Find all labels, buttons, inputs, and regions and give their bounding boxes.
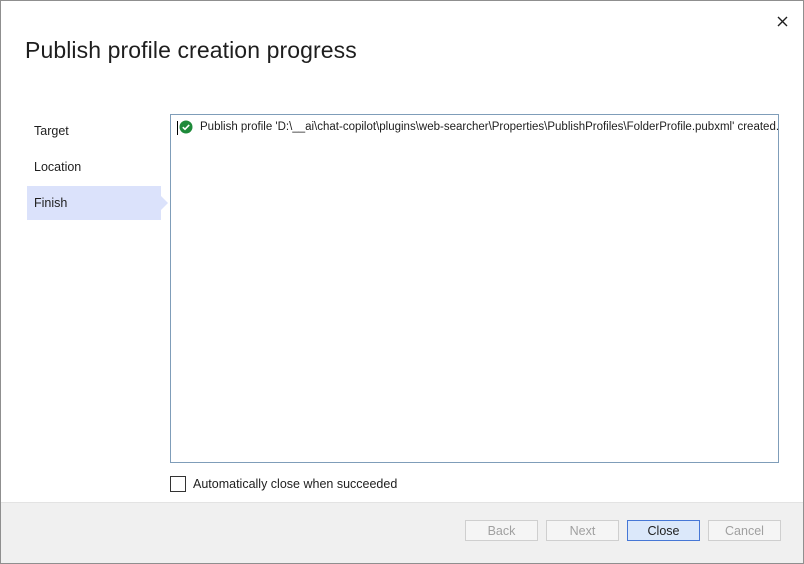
log-entry: Publish profile 'D:\__ai\chat-copilot\pl… — [179, 120, 780, 135]
step-target[interactable]: Target — [27, 114, 161, 148]
step-location[interactable]: Location — [27, 150, 161, 184]
publish-dialog: Publish profile creation progress Target… — [0, 0, 804, 564]
back-button[interactable]: Back — [465, 520, 538, 541]
text-caret — [177, 121, 178, 135]
step-finish[interactable]: Finish — [27, 186, 168, 220]
dialog-footer: Back Next Close Cancel — [1, 502, 803, 563]
auto-close-option[interactable]: Automatically close when succeeded — [170, 476, 397, 492]
log-message: Publish profile 'D:\__ai\chat-copilot\pl… — [200, 121, 780, 133]
next-button[interactable]: Next — [546, 520, 619, 541]
wizard-steps: Target Location Finish — [27, 114, 169, 222]
dialog-title: Publish profile creation progress — [25, 37, 357, 63]
check-circle-icon — [179, 120, 193, 134]
close-button[interactable]: Close — [627, 520, 700, 541]
auto-close-checkbox[interactable] — [170, 476, 186, 492]
close-icon[interactable] — [771, 10, 793, 32]
cancel-button[interactable]: Cancel — [708, 520, 781, 541]
progress-log[interactable]: Publish profile 'D:\__ai\chat-copilot\pl… — [170, 114, 779, 463]
auto-close-label: Automatically close when succeeded — [193, 477, 398, 491]
